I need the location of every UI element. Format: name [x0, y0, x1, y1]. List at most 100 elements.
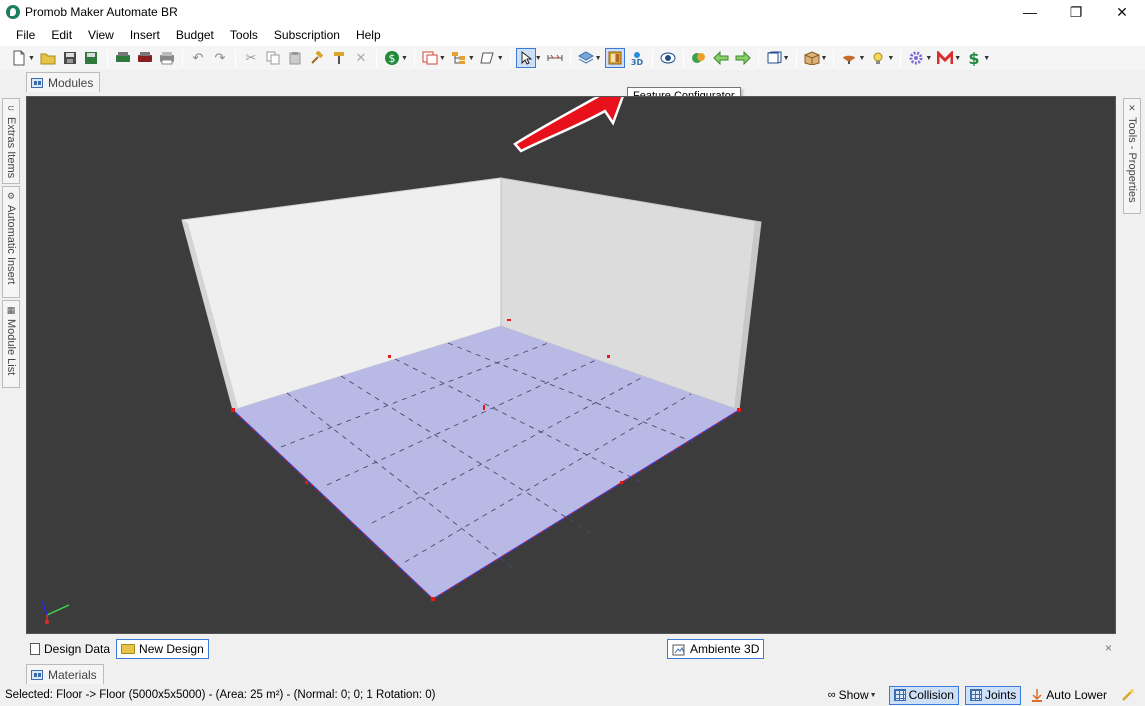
dollar-icon[interactable]: $ — [964, 48, 984, 68]
menu-subscription[interactable]: Subscription — [266, 24, 348, 46]
show-button[interactable]: ∞ Show ▼ — [824, 686, 883, 705]
tools-icon: ✕ — [1128, 103, 1136, 113]
hammer-icon[interactable] — [307, 48, 327, 68]
chevron-down-icon[interactable]: ▼ — [439, 55, 446, 62]
magic-wand-icon — [1122, 689, 1134, 701]
budget-icon[interactable]: $ — [382, 48, 402, 68]
chevron-down-icon[interactable]: ▼ — [925, 55, 932, 62]
joints-toggle[interactable]: Joints — [964, 685, 1022, 705]
tab-ambiente-3d[interactable]: Ambiente 3D — [667, 639, 765, 659]
modules-tree-icon[interactable] — [449, 48, 469, 68]
render-icon[interactable] — [113, 48, 133, 68]
window-title: Promob Maker Automate BR — [25, 5, 178, 19]
chevron-down-icon[interactable]: ▼ — [783, 55, 790, 62]
menu-edit[interactable]: Edit — [43, 24, 80, 46]
close-tab-button[interactable]: × — [1105, 641, 1112, 655]
select-pointer-icon[interactable] — [515, 48, 536, 68]
collision-label: Collision — [908, 688, 954, 702]
panel-extras-items[interactable]: ⊂ Extras Items — [2, 98, 20, 184]
menu-tools[interactable]: Tools — [222, 24, 266, 46]
toolbar-separator — [833, 49, 835, 67]
colorize-icon[interactable] — [689, 48, 709, 68]
copy-icon[interactable] — [263, 48, 283, 68]
magic-wand-button[interactable] — [1117, 686, 1139, 705]
open-folder-icon[interactable] — [38, 48, 58, 68]
panel-tools-properties-label: Tools - Properties — [1126, 117, 1138, 203]
box-icon[interactable] — [802, 48, 822, 68]
views-icon[interactable] — [420, 48, 440, 68]
save-as-icon[interactable] — [82, 48, 102, 68]
tab-design-data-label: Design Data — [44, 642, 111, 656]
toolbar-separator — [106, 49, 108, 67]
m-logo-icon[interactable] — [935, 48, 955, 68]
eye-icon[interactable] — [658, 48, 678, 68]
collision-toggle[interactable]: Collision — [888, 685, 959, 705]
new-file-icon[interactable] — [9, 48, 29, 68]
chevron-down-icon[interactable]: ▼ — [858, 55, 865, 62]
tab-materials[interactable]: Materials — [26, 664, 104, 684]
save-icon[interactable] — [60, 48, 80, 68]
clip-icon: ⊂ — [7, 103, 15, 113]
measure-icon[interactable] — [545, 48, 565, 68]
menu-budget[interactable]: Budget — [168, 24, 222, 46]
chevron-down-icon[interactable]: ▼ — [497, 55, 504, 62]
joints-label: Joints — [984, 688, 1017, 702]
viewport-3d[interactable] — [26, 96, 1116, 634]
arrow-right-icon[interactable] — [733, 48, 753, 68]
status-text: Selected: Floor -> Floor (5000x5x5000) -… — [5, 689, 436, 701]
arrow-down-icon — [1032, 689, 1043, 702]
chevron-down-icon[interactable]: ▼ — [983, 55, 990, 62]
format-paint-icon[interactable] — [329, 48, 349, 68]
folder-icon — [121, 644, 136, 654]
tab-modules[interactable]: Modules — [26, 72, 101, 92]
modules-icon — [31, 77, 43, 88]
print-preview-icon[interactable] — [135, 48, 155, 68]
panel-module-list[interactable]: ▦ Module List — [2, 300, 20, 388]
panel-automatic-insert[interactable]: ⚙ Automatic Insert — [2, 186, 20, 298]
show-icon: ∞ — [827, 689, 836, 701]
materials-strip: Materials — [26, 664, 104, 684]
chevron-down-icon[interactable]: ▼ — [595, 55, 602, 62]
toolbar-separator — [795, 49, 797, 67]
chevron-down-icon[interactable]: ▼ — [535, 55, 542, 62]
panel-tools-properties[interactable]: ✕ Tools - Properties — [1123, 98, 1141, 214]
gear-icon: ⚙ — [6, 191, 16, 201]
toolbar-separator — [569, 49, 571, 67]
top-tab-strip: Modules — [26, 70, 101, 92]
close-button[interactable]: ✕ — [1099, 0, 1145, 24]
delete-icon[interactable]: ✕ — [351, 48, 371, 68]
chevron-down-icon[interactable]: ▼ — [28, 55, 35, 62]
minimize-button[interactable]: — — [1007, 0, 1053, 24]
perspective-icon[interactable] — [764, 48, 784, 68]
show-label: Show — [838, 688, 869, 702]
undo-icon[interactable]: ↶ — [188, 48, 208, 68]
light-icon[interactable] — [868, 48, 888, 68]
view-3d-icon[interactable]: 3D — [627, 48, 647, 68]
scene-canvas[interactable] — [27, 97, 1117, 635]
title-bar: Promob Maker Automate BR — ❐ ✕ — [0, 0, 1145, 24]
tab-design-data[interactable]: Design Data — [26, 639, 114, 659]
feature-configurator-icon[interactable] — [604, 48, 625, 68]
restore-button[interactable]: ❐ — [1053, 0, 1099, 24]
auto-lower-toggle[interactable]: Auto Lower — [1027, 686, 1111, 705]
menu-help[interactable]: Help — [348, 24, 389, 46]
settings-gear-icon[interactable] — [906, 48, 926, 68]
chevron-down-icon[interactable]: ▼ — [821, 55, 828, 62]
menu-insert[interactable]: Insert — [122, 24, 168, 46]
layers-icon[interactable] — [576, 48, 596, 68]
cut-icon[interactable]: ✂ — [241, 48, 261, 68]
chevron-down-icon[interactable]: ▼ — [954, 55, 961, 62]
redo-icon[interactable]: ↷ — [210, 48, 230, 68]
lamp-icon[interactable] — [839, 48, 859, 68]
arrow-left-icon[interactable] — [711, 48, 731, 68]
menu-view[interactable]: View — [80, 24, 122, 46]
paste-icon[interactable] — [285, 48, 305, 68]
chevron-down-icon[interactable]: ▼ — [401, 55, 408, 62]
joints-icon — [969, 689, 982, 701]
tab-new-design[interactable]: New Design — [116, 639, 209, 659]
shape-icon[interactable] — [478, 48, 498, 68]
menu-file[interactable]: File — [8, 24, 43, 46]
chevron-down-icon[interactable]: ▼ — [468, 55, 475, 62]
print-icon[interactable] — [157, 48, 177, 68]
chevron-down-icon[interactable]: ▼ — [887, 55, 894, 62]
